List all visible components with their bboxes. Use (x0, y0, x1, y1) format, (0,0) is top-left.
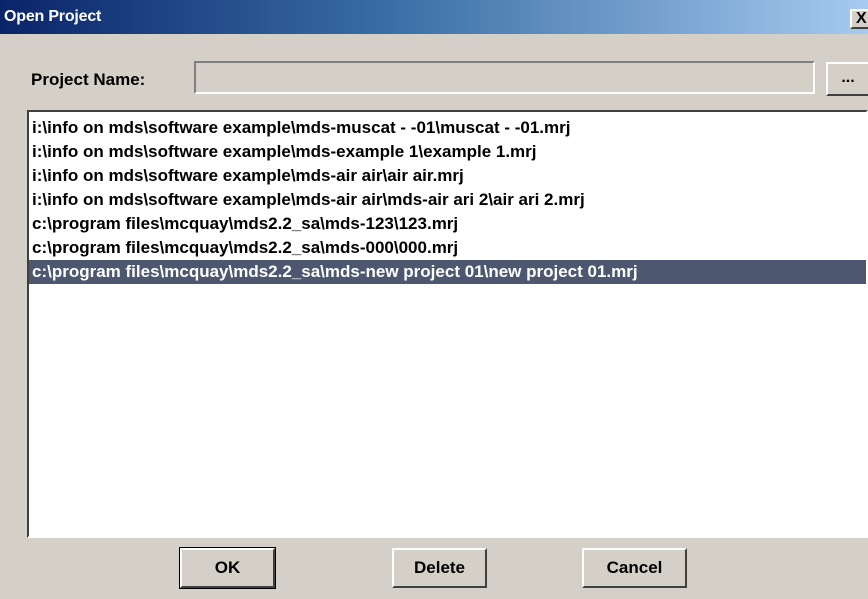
close-icon: X (856, 10, 867, 27)
project-name-input[interactable] (194, 61, 815, 94)
delete-button[interactable]: Delete (392, 548, 487, 588)
list-item[interactable]: c:\program files\mcquay\mds2.2_sa\mds-12… (29, 212, 866, 236)
open-project-dialog: Open Project X Project Name: ... i:\info… (0, 0, 868, 599)
window-title: Open Project (4, 8, 102, 25)
project-list[interactable]: i:\info on mds\software example\mds-musc… (27, 110, 868, 538)
cancel-button[interactable]: Cancel (582, 548, 687, 588)
browse-button[interactable]: ... (826, 62, 868, 96)
close-button[interactable]: X (850, 9, 868, 29)
list-item[interactable]: c:\program files\mcquay\mds2.2_sa\mds-00… (29, 236, 866, 260)
ok-button[interactable]: OK (179, 547, 276, 589)
list-item[interactable]: i:\info on mds\software example\mds-air … (29, 188, 866, 212)
title-bar[interactable]: Open Project X (0, 0, 868, 34)
list-item[interactable]: c:\program files\mcquay\mds2.2_sa\mds-ne… (29, 260, 866, 284)
list-item[interactable]: i:\info on mds\software example\mds-exam… (29, 140, 866, 164)
list-item[interactable]: i:\info on mds\software example\mds-musc… (29, 116, 866, 140)
list-item[interactable]: i:\info on mds\software example\mds-air … (29, 164, 866, 188)
project-name-label: Project Name: (31, 70, 146, 89)
